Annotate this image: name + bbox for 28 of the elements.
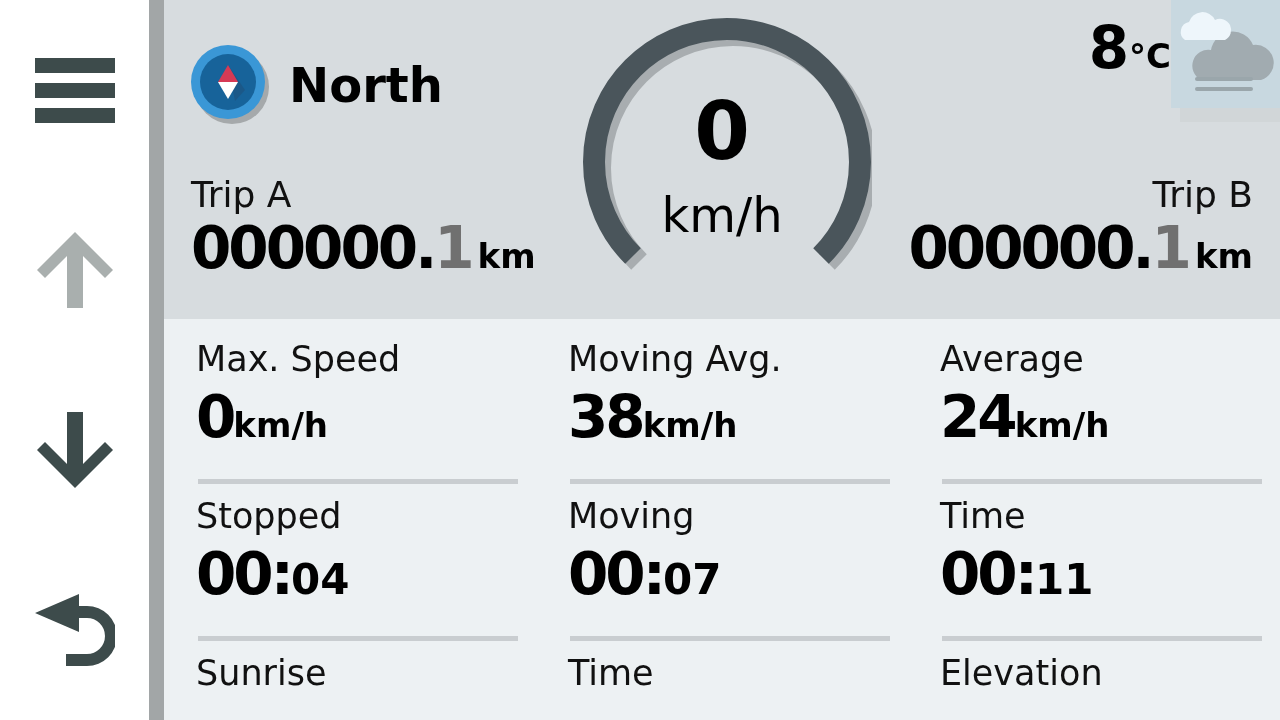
stat-label: Average (940, 338, 1085, 381)
up-arrow-icon (36, 232, 113, 308)
down-arrow-icon (36, 412, 113, 488)
stat-value: 00:04 (196, 542, 351, 610)
stat-value: 24km/h (940, 385, 1111, 453)
menu-icon (34, 57, 115, 123)
stat-value: 00:07 (568, 542, 723, 610)
trip-label: Trip A (191, 175, 292, 215)
temperature: 8°C (1088, 14, 1171, 82)
stat-label: Elevation (940, 652, 1104, 695)
stat-label: Time (940, 495, 1027, 538)
trip-distance: 000000.1 km (191, 215, 536, 284)
trip-label: Trip B (1152, 175, 1253, 215)
stat-label: Sunrise (196, 652, 328, 695)
stat-label: Moving (568, 495, 696, 538)
trip-distance: 000000.1 km (908, 215, 1253, 284)
stat-value: 38km/h (568, 385, 739, 453)
compass-icon (191, 45, 271, 125)
stat-label: Moving Avg. (568, 338, 783, 381)
stat-label: Stopped (196, 495, 343, 538)
stat-value: 00:11 (940, 542, 1095, 610)
heading-text: North (289, 57, 443, 113)
stat-value: 0km/h (196, 385, 330, 453)
stat-label: Max. Speed (196, 338, 402, 381)
back-arrow-icon (34, 594, 115, 666)
stat-label: Time (568, 652, 655, 695)
speed-value: 0 (694, 85, 750, 178)
speed-unit: km/h (661, 187, 783, 243)
